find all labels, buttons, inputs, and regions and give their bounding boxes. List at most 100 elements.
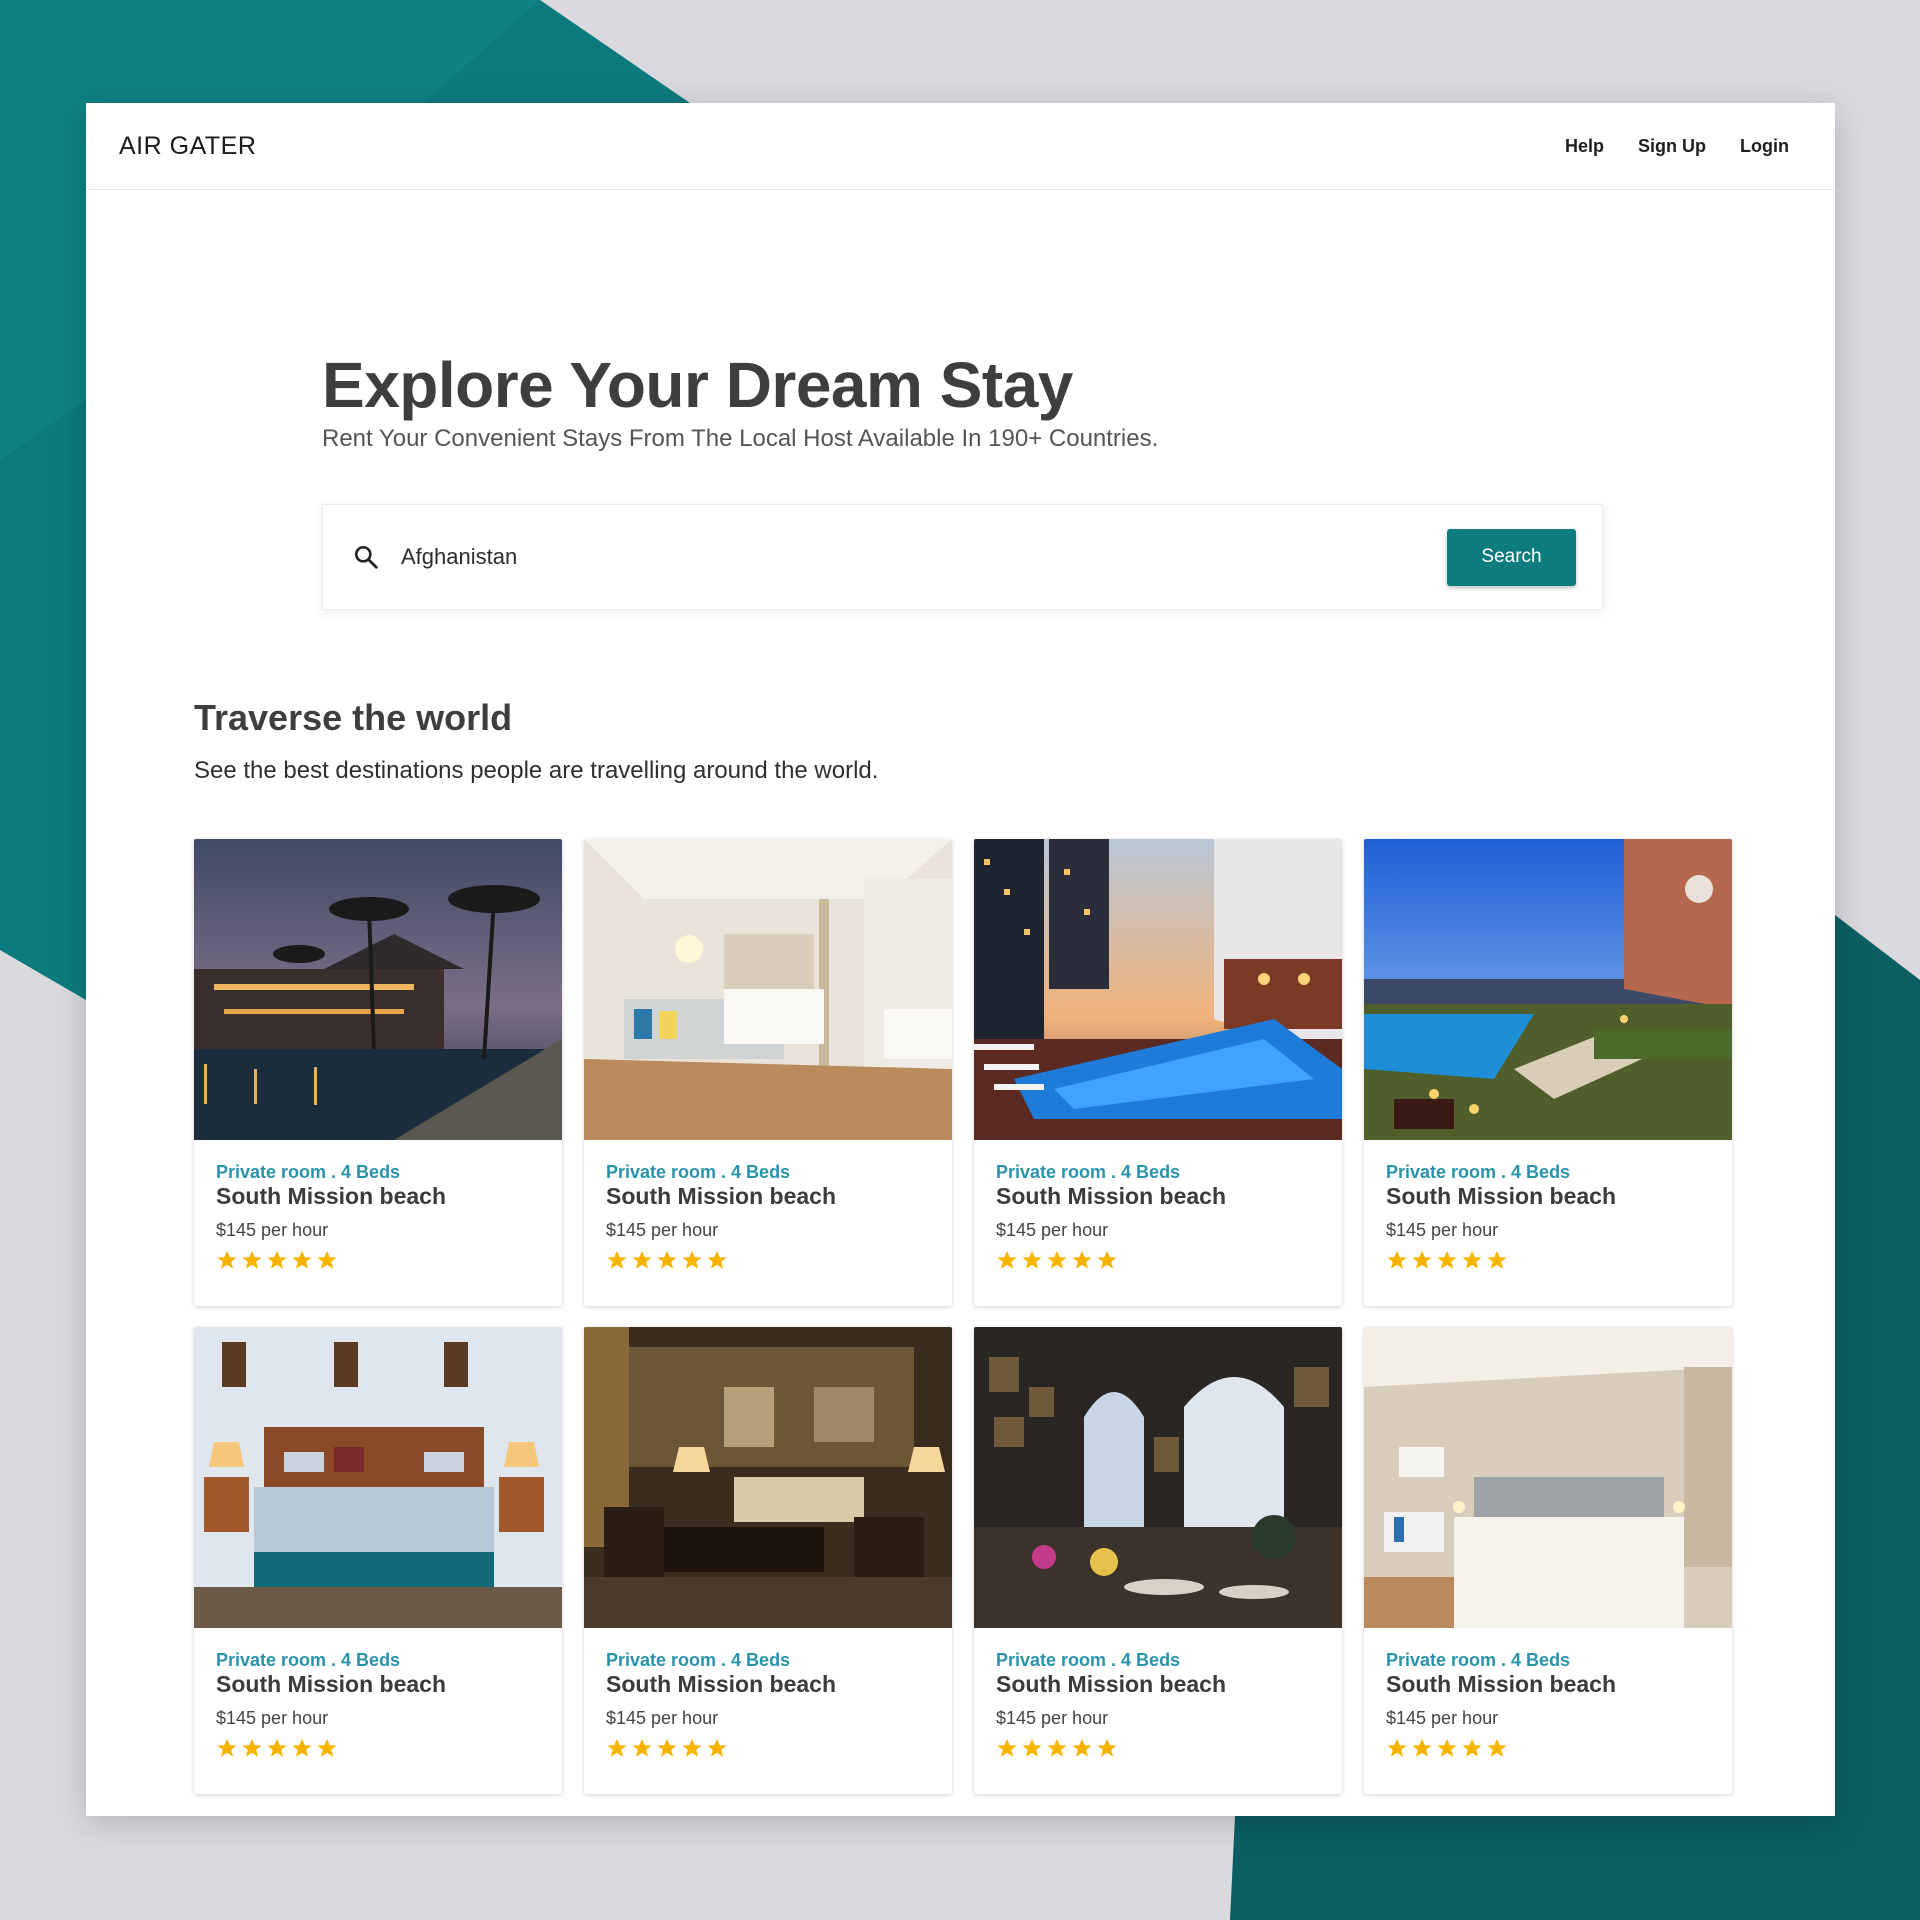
star-icon [997, 1250, 1017, 1269]
star-icon [317, 1250, 337, 1269]
search-bar: Search [322, 504, 1603, 610]
nav-signup-link[interactable]: Sign Up [1638, 136, 1706, 157]
hero-section: Explore Your Dream Stay Rent Your Conven… [322, 347, 1158, 453]
star-icon [1487, 1738, 1507, 1757]
star-icon [217, 1250, 237, 1269]
traverse-section: Traverse the world See the best destinat… [194, 697, 878, 785]
star-icon [317, 1738, 337, 1757]
rating-stars [606, 1249, 930, 1271]
listing-tag: Private room . 4 Beds [606, 1650, 791, 1670]
star-icon [267, 1250, 287, 1269]
listing-photo [1364, 1327, 1732, 1628]
listing-tag: Private room . 4 Beds [1386, 1162, 1571, 1182]
listing-photo [194, 839, 562, 1140]
star-icon [707, 1738, 727, 1757]
listing-title: South Mission beach [996, 1183, 1227, 1209]
star-icon [292, 1250, 312, 1269]
listing-card[interactable]: Private room . 4 Beds South Mission beac… [194, 1327, 562, 1794]
rating-stars [606, 1737, 930, 1759]
listing-photo [194, 1327, 562, 1628]
listing-photo [584, 1327, 952, 1628]
listing-price: $145 per hour [1386, 1708, 1499, 1728]
star-icon [1437, 1250, 1457, 1269]
listing-price: $145 per hour [996, 1708, 1109, 1728]
star-icon [1462, 1738, 1482, 1757]
star-icon [657, 1250, 677, 1269]
listing-card[interactable]: Private room . 4 Beds South Mission beac… [584, 1327, 952, 1794]
listing-tag: Private room . 4 Beds [996, 1650, 1181, 1670]
listing-price: $145 per hour [1386, 1220, 1499, 1240]
star-icon [1387, 1250, 1407, 1269]
listing-price: $145 per hour [606, 1220, 719, 1240]
star-icon [607, 1738, 627, 1757]
star-icon [267, 1738, 287, 1757]
star-icon [1022, 1738, 1042, 1757]
listing-photo [1364, 839, 1732, 1140]
star-icon [1412, 1738, 1432, 1757]
listing-price: $145 per hour [216, 1220, 329, 1240]
star-icon [1412, 1250, 1432, 1269]
rating-stars [1386, 1737, 1710, 1759]
hero-title: Explore Your Dream Stay [322, 349, 1073, 421]
listing-price: $145 per hour [996, 1220, 1109, 1240]
star-icon [292, 1738, 312, 1757]
star-icon [657, 1738, 677, 1757]
listing-title: South Mission beach [606, 1671, 837, 1697]
star-icon [632, 1250, 652, 1269]
listing-price: $145 per hour [216, 1708, 329, 1728]
listing-grid: Private room . 4 Beds South Mission beac… [194, 839, 1732, 1794]
star-icon [607, 1250, 627, 1269]
listing-title: South Mission beach [1386, 1183, 1617, 1209]
search-button[interactable]: Search [1447, 528, 1576, 586]
listing-price: $145 per hour [606, 1708, 719, 1728]
nav-help-link[interactable]: Help [1565, 136, 1604, 157]
listing-card[interactable]: Private room . 4 Beds South Mission beac… [1364, 1327, 1732, 1794]
star-icon [682, 1738, 702, 1757]
listing-card[interactable]: Private room . 4 Beds South Mission beac… [584, 839, 952, 1306]
listing-tag: Private room . 4 Beds [606, 1162, 791, 1182]
listing-tag: Private room . 4 Beds [216, 1162, 401, 1182]
brand-logo[interactable]: AIR GATER [119, 132, 256, 161]
star-icon [217, 1738, 237, 1757]
star-icon [242, 1738, 262, 1757]
rating-stars [1386, 1249, 1710, 1271]
star-icon [1387, 1738, 1407, 1757]
listing-photo [974, 1327, 1342, 1628]
search-icon [354, 545, 378, 569]
rating-stars [216, 1737, 540, 1759]
listing-tag: Private room . 4 Beds [216, 1650, 401, 1670]
listing-tag: Private room . 4 Beds [996, 1162, 1181, 1182]
star-icon [682, 1250, 702, 1269]
section-title: Traverse the world [194, 697, 513, 738]
rating-stars [996, 1249, 1320, 1271]
listing-card[interactable]: Private room . 4 Beds South Mission beac… [1364, 839, 1732, 1306]
rating-stars [216, 1249, 540, 1271]
star-icon [1462, 1250, 1482, 1269]
listing-title: South Mission beach [606, 1183, 837, 1209]
star-icon [1072, 1738, 1092, 1757]
star-icon [1097, 1738, 1117, 1757]
search-input[interactable] [399, 543, 1447, 571]
star-icon [1047, 1250, 1067, 1269]
listing-photo [584, 839, 952, 1140]
listing-tag: Private room . 4 Beds [1386, 1650, 1571, 1670]
listing-card[interactable]: Private room . 4 Beds South Mission beac… [974, 1327, 1342, 1794]
nav-login-link[interactable]: Login [1740, 136, 1789, 157]
listing-title: South Mission beach [996, 1671, 1227, 1697]
star-icon [1487, 1250, 1507, 1269]
hero-subtitle: Rent Your Convenient Stays From The Loca… [322, 425, 1159, 452]
listing-title: South Mission beach [216, 1671, 447, 1697]
app-window: AIR GATER Help Sign Up Login Explore You… [86, 103, 1835, 1816]
star-icon [1097, 1250, 1117, 1269]
star-icon [1047, 1738, 1067, 1757]
rating-stars [996, 1737, 1320, 1759]
listing-card[interactable]: Private room . 4 Beds South Mission beac… [974, 839, 1342, 1306]
star-icon [242, 1250, 262, 1269]
star-icon [1437, 1738, 1457, 1757]
listing-card[interactable]: Private room . 4 Beds South Mission beac… [194, 839, 562, 1306]
nav-links: Help Sign Up Login [1565, 136, 1789, 157]
section-subtitle: See the best destinations people are tra… [194, 757, 879, 784]
top-navbar: AIR GATER Help Sign Up Login [86, 103, 1835, 190]
listing-title: South Mission beach [1386, 1671, 1617, 1697]
listing-photo [974, 839, 1342, 1140]
